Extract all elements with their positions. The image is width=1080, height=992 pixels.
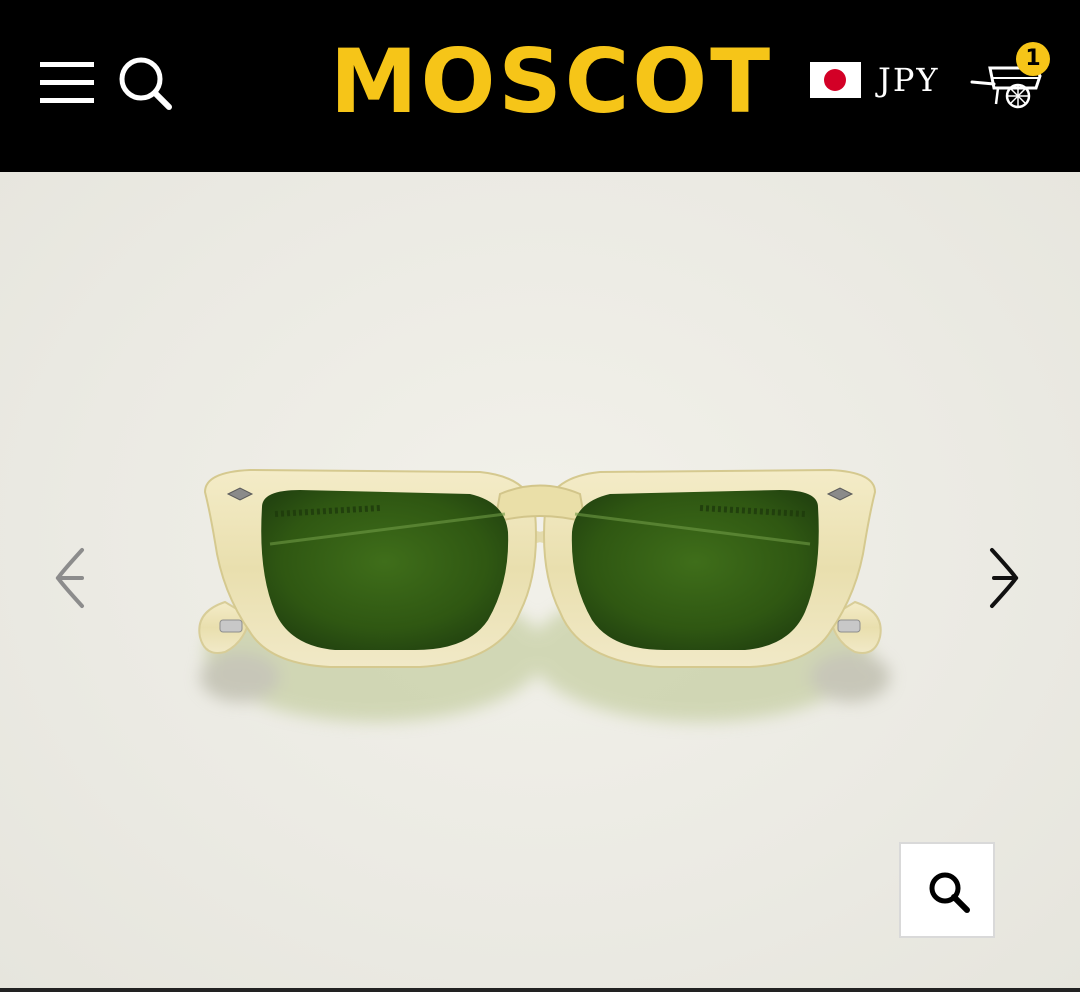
search-icon: [119, 57, 172, 110]
chevron-left-icon: [55, 548, 84, 608]
zoom-button[interactable]: [899, 842, 995, 938]
brand-logo[interactable]: MOSCOT: [330, 34, 770, 130]
site-header: MOSCOT JPY 1: [0, 0, 1080, 172]
magnifier-icon: [929, 872, 970, 913]
menu-button[interactable]: [40, 58, 96, 106]
cart-count-badge: 1: [1016, 42, 1050, 76]
product-gallery: [0, 172, 1080, 990]
previous-image-button[interactable]: [48, 544, 94, 612]
japan-flag-icon: [824, 69, 846, 91]
hamburger-menu-icon: [40, 62, 94, 103]
search-button[interactable]: [116, 54, 174, 112]
next-image-button[interactable]: [982, 544, 1028, 612]
bottom-divider: [0, 988, 1080, 992]
country-flag-japan[interactable]: [810, 62, 861, 98]
chevron-right-icon: [990, 548, 1019, 608]
currency-selector[interactable]: JPY: [878, 60, 958, 100]
